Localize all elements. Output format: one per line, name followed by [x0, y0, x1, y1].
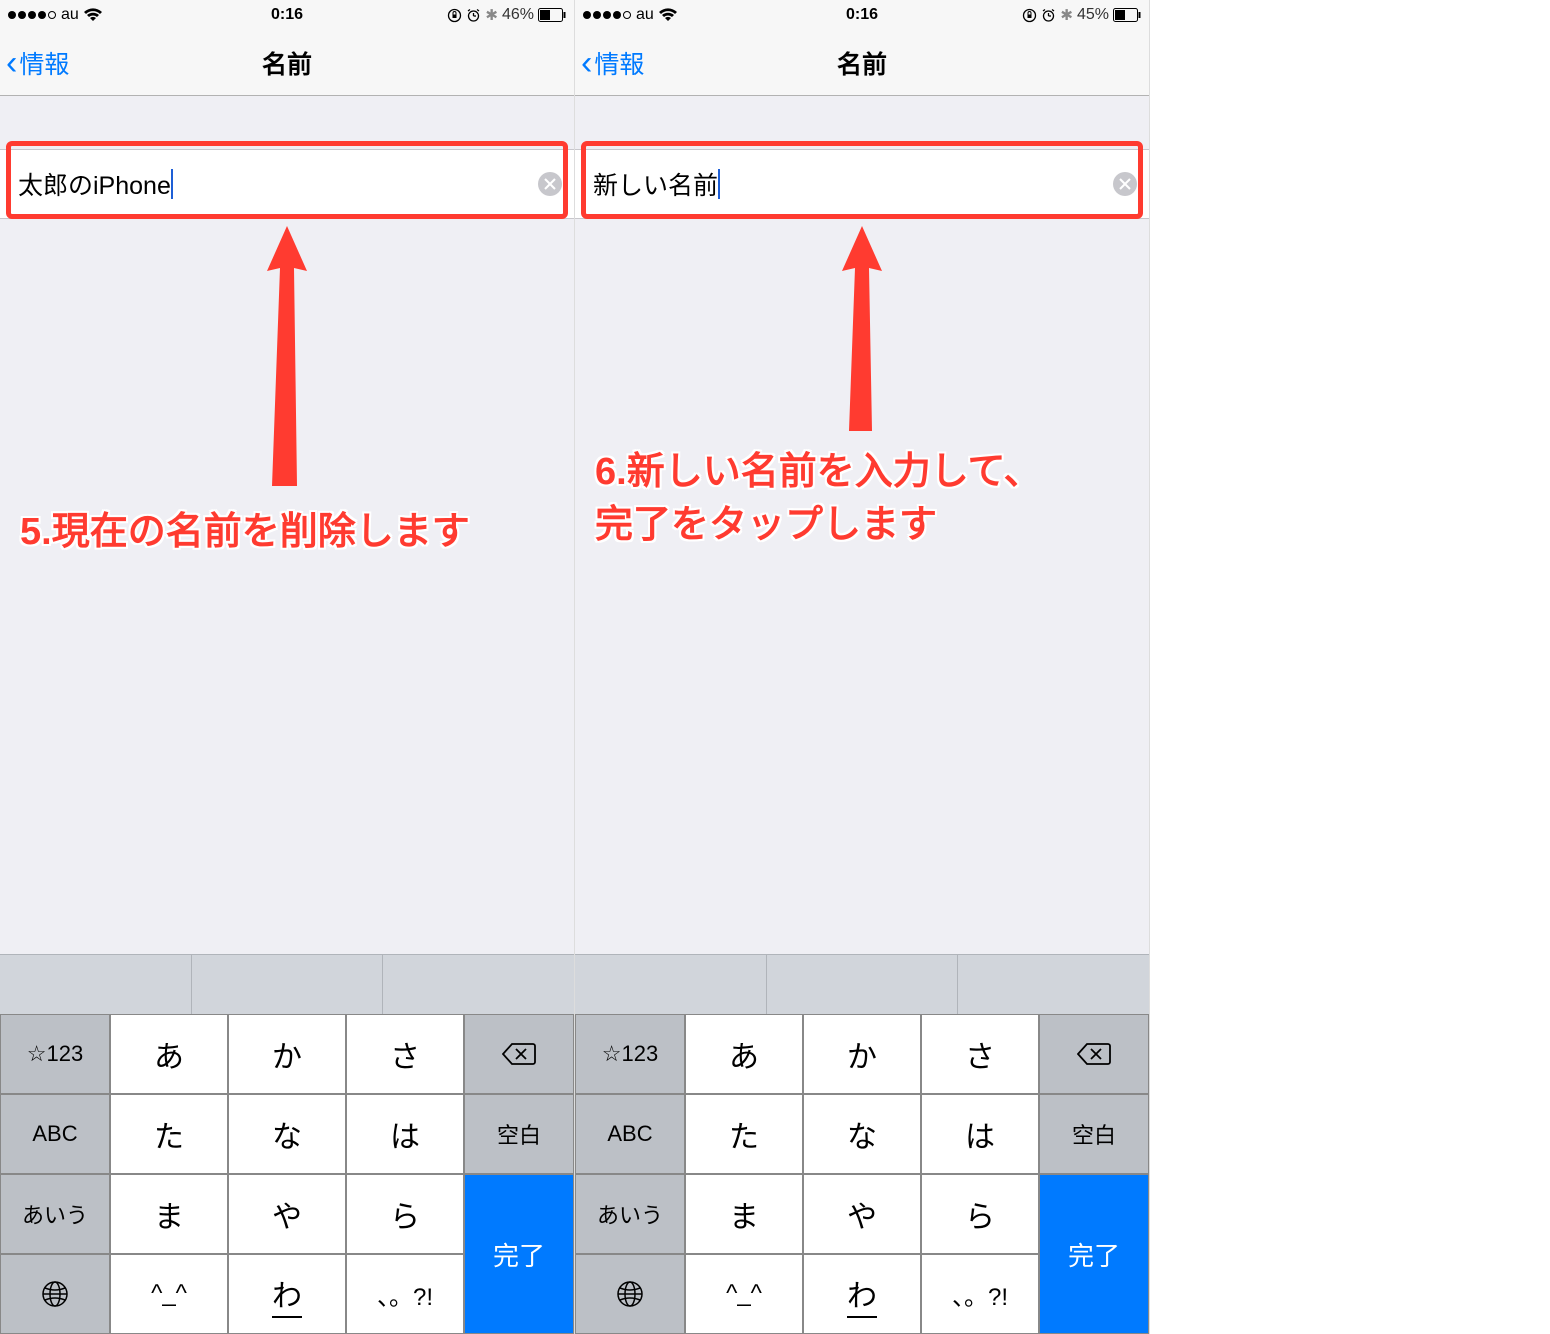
nav-bar: ‹ 情報 名前	[0, 30, 574, 96]
key-ya[interactable]: や	[803, 1174, 921, 1254]
screen-left: au 0:16 ✱ 46% ‹ 情報 名前 太郎のi	[0, 0, 575, 1334]
key-ha[interactable]: は	[921, 1094, 1039, 1174]
bluetooth-icon: ✱	[1060, 6, 1073, 24]
status-right: ✱ 46%	[447, 6, 566, 24]
key-ha[interactable]: は	[346, 1094, 464, 1174]
annotation-text: 5.現在の名前を削除します	[20, 506, 554, 559]
suggestion-bar	[0, 954, 574, 1014]
carrier-label: au	[61, 6, 79, 24]
key-mode-123[interactable]: ☆123	[575, 1014, 685, 1094]
key-ra[interactable]: ら	[346, 1174, 464, 1254]
key-ka[interactable]: か	[228, 1014, 346, 1094]
key-a[interactable]: あ	[110, 1014, 228, 1094]
key-ra[interactable]: ら	[921, 1174, 1039, 1254]
battery-icon	[1113, 8, 1141, 22]
key-ka[interactable]: か	[803, 1014, 921, 1094]
rotation-lock-icon	[1022, 8, 1037, 23]
back-label: 情報	[19, 45, 69, 81]
signal-dots	[8, 11, 56, 19]
key-sa[interactable]: さ	[346, 1014, 464, 1094]
status-left: au	[8, 6, 102, 24]
key-space[interactable]: 空白	[1039, 1094, 1149, 1174]
key-wa[interactable]: わ	[228, 1254, 346, 1334]
wifi-icon	[84, 8, 102, 22]
suggestion-item[interactable]	[767, 955, 959, 1014]
key-face[interactable]: ^_^	[110, 1254, 228, 1334]
page-title: 名前	[837, 45, 887, 81]
text-caret	[171, 169, 173, 199]
key-mode-123[interactable]: ☆123	[0, 1014, 110, 1094]
name-input[interactable]: 太郎のiPhone	[18, 150, 171, 218]
rotation-lock-icon	[447, 8, 462, 23]
battery-percent: 45%	[1077, 6, 1109, 24]
status-left: au	[583, 6, 677, 24]
name-field-row[interactable]: 太郎のiPhone	[0, 149, 574, 219]
key-done[interactable]: 完了	[1039, 1174, 1149, 1334]
text-caret	[718, 169, 720, 199]
back-button[interactable]: ‹ 情報	[0, 45, 69, 81]
battery-percent: 46%	[502, 6, 534, 24]
key-ya[interactable]: や	[228, 1174, 346, 1254]
annotation-text: 6.新しい名前を入力して、 完了をタップします	[595, 446, 1129, 552]
back-label: 情報	[594, 45, 644, 81]
content-area: 太郎のiPhone 5.現在の名前を削除します	[0, 96, 574, 954]
back-button[interactable]: ‹ 情報	[575, 45, 644, 81]
key-backspace[interactable]	[1039, 1014, 1149, 1094]
status-right: ✱ 45%	[1022, 6, 1141, 24]
key-globe[interactable]	[575, 1254, 685, 1334]
suggestion-bar	[575, 954, 1149, 1014]
screen-right: au 0:16 ✱ 45% ‹ 情報 名前 新しい名	[575, 0, 1150, 1334]
name-field-row[interactable]: 新しい名前	[575, 149, 1149, 219]
annotation-arrow	[257, 226, 317, 491]
key-punct[interactable]: 、。?!	[921, 1254, 1039, 1334]
keyboard: ☆123 あ か さ ABC た な は 空白 あいう ま や ら 完了 ^_^…	[575, 1014, 1149, 1334]
key-punct[interactable]: 、。?!	[346, 1254, 464, 1334]
suggestion-item[interactable]	[383, 955, 574, 1014]
clear-icon[interactable]	[1113, 172, 1137, 196]
key-globe[interactable]	[0, 1254, 110, 1334]
suggestion-item[interactable]	[958, 955, 1149, 1014]
status-bar: au 0:16 ✱ 45%	[575, 0, 1149, 30]
status-bar: au 0:16 ✱ 46%	[0, 0, 574, 30]
key-kana[interactable]: あいう	[0, 1174, 110, 1254]
key-wa[interactable]: わ	[803, 1254, 921, 1334]
carrier-label: au	[636, 6, 654, 24]
annotation-arrow	[832, 226, 892, 436]
status-time: 0:16	[846, 6, 878, 24]
key-kana[interactable]: あいう	[575, 1174, 685, 1254]
key-ta[interactable]: た	[685, 1094, 803, 1174]
key-space[interactable]: 空白	[464, 1094, 574, 1174]
key-done[interactable]: 完了	[464, 1174, 574, 1334]
key-ta[interactable]: た	[110, 1094, 228, 1174]
nav-bar: ‹ 情報 名前	[575, 30, 1149, 96]
content-area: 新しい名前 6.新しい名前を入力して、 完了をタップします	[575, 96, 1149, 954]
key-abc[interactable]: ABC	[0, 1094, 110, 1174]
suggestion-item[interactable]	[192, 955, 384, 1014]
key-ma[interactable]: ま	[110, 1174, 228, 1254]
alarm-icon	[466, 8, 481, 23]
chevron-left-icon: ‹	[6, 46, 17, 80]
bluetooth-icon: ✱	[485, 6, 498, 24]
status-time: 0:16	[271, 6, 303, 24]
battery-icon	[538, 8, 566, 22]
key-abc[interactable]: ABC	[575, 1094, 685, 1174]
key-face[interactable]: ^_^	[685, 1254, 803, 1334]
name-input[interactable]: 新しい名前	[593, 150, 718, 218]
key-na[interactable]: な	[228, 1094, 346, 1174]
signal-dots	[583, 11, 631, 19]
keyboard: ☆123 あ か さ ABC た な は 空白 あいう ま や ら 完了 ^_^…	[0, 1014, 574, 1334]
chevron-left-icon: ‹	[581, 46, 592, 80]
key-na[interactable]: な	[803, 1094, 921, 1174]
key-backspace[interactable]	[464, 1014, 574, 1094]
key-sa[interactable]: さ	[921, 1014, 1039, 1094]
key-ma[interactable]: ま	[685, 1174, 803, 1254]
wifi-icon	[659, 8, 677, 22]
clear-icon[interactable]	[538, 172, 562, 196]
key-a[interactable]: あ	[685, 1014, 803, 1094]
suggestion-item[interactable]	[575, 955, 767, 1014]
suggestion-item[interactable]	[0, 955, 192, 1014]
alarm-icon	[1041, 8, 1056, 23]
page-title: 名前	[262, 45, 312, 81]
